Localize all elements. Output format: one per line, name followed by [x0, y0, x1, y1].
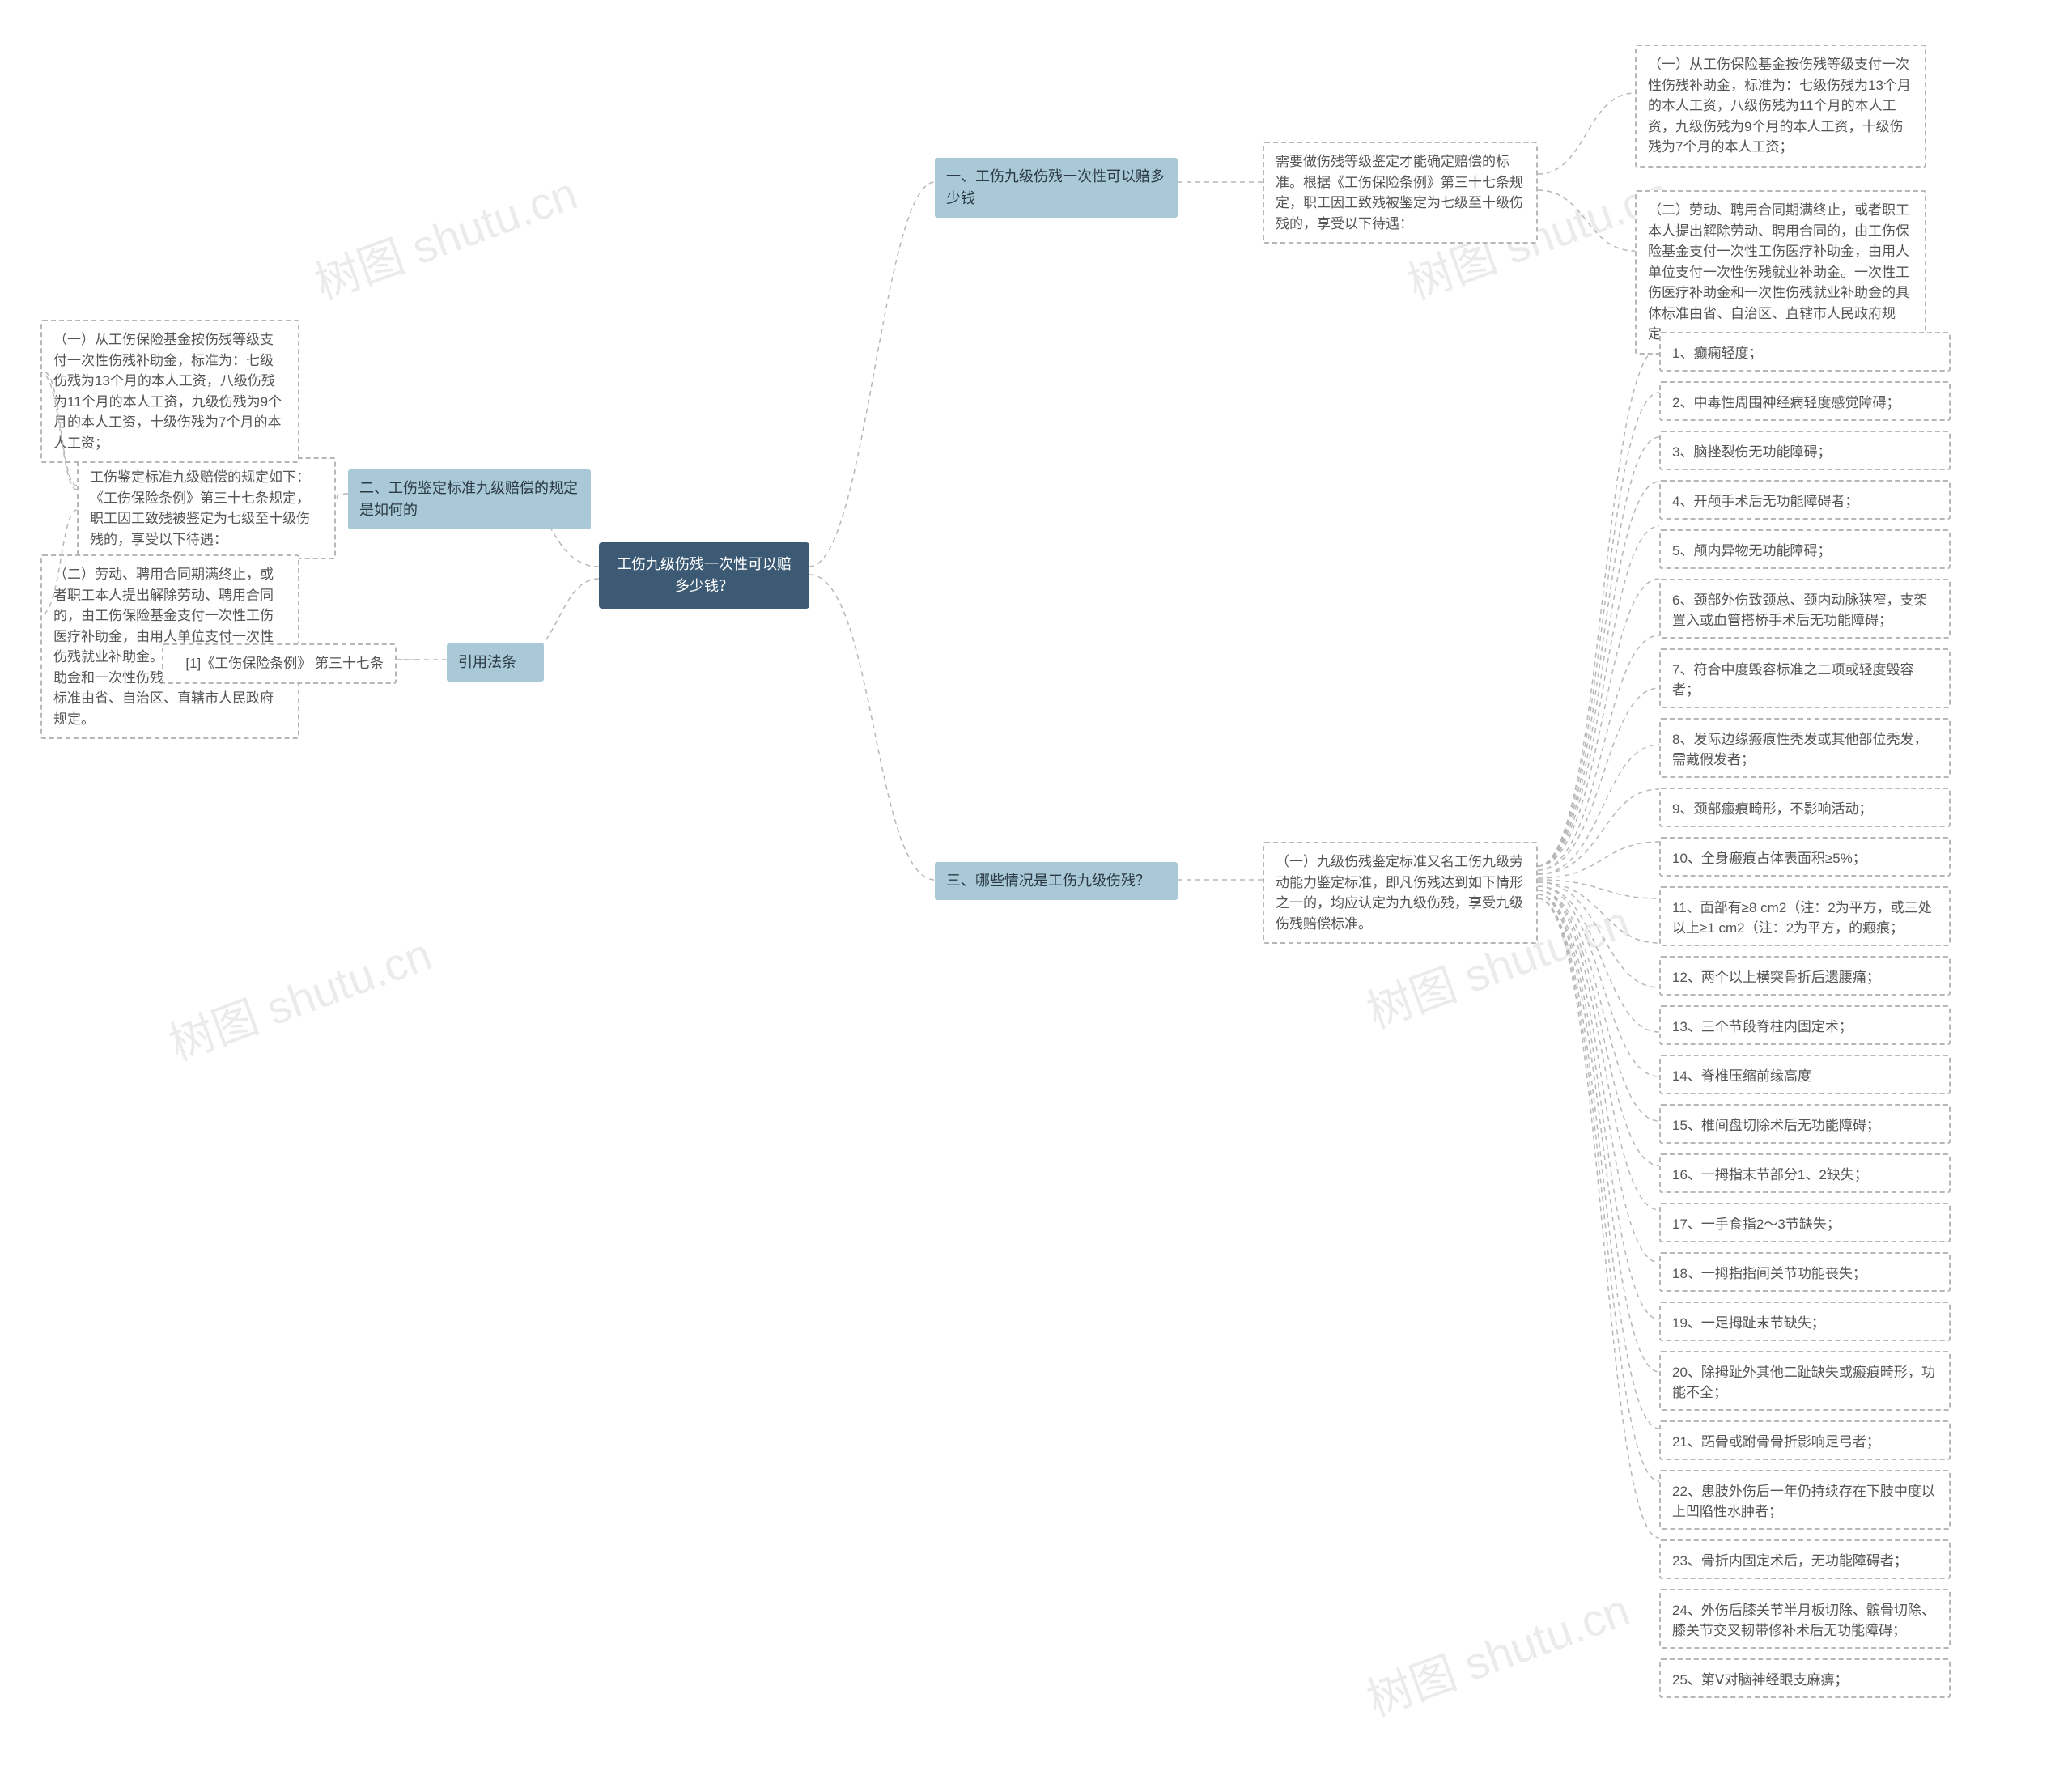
branch-3-item-15[interactable]: 15、椎间盘切除术后无功能障碍；	[1659, 1104, 1951, 1144]
branch-1[interactable]: 一、工伤九级伤残一次性可以赔多少钱	[935, 158, 1178, 218]
branch-3-item-12[interactable]: 12、两个以上横突骨折后遗腰痛；	[1659, 956, 1951, 996]
branch-3-item-6[interactable]: 6、颈部外伤致颈总、颈内动脉狭窄，支架置入或血管搭桥手术后无功能障碍；	[1659, 579, 1951, 639]
branch-1-sub-1[interactable]: （一）从工伤保险基金按伤残等级支付一次性伤残补助金，标准为：七级伤残为13个月的…	[1635, 45, 1926, 168]
ref-title: 引用法条	[458, 654, 516, 670]
branch-1-sub-2[interactable]: （二）劳动、聘用合同期满终止，或者职工本人提出解除劳动、聘用合同的，由工伤保险基…	[1635, 190, 1926, 355]
branch-3-item-3[interactable]: 3、脑挫裂伤无功能障碍；	[1659, 431, 1951, 470]
branch-3-item-11[interactable]: 11、面部有≥8 cm2（注：2为平方，或三处以上≥1 cm2（注：2为平方，的…	[1659, 886, 1951, 946]
branch-3-desc[interactable]: （一）九级伤残鉴定标准又名工伤九级劳动能力鉴定标准，即凡伤残达到如下情形之一的，…	[1263, 842, 1538, 944]
branch-2[interactable]: 二、工伤鉴定标准九级赔偿的规定是如何的	[348, 469, 591, 529]
branch-3-item-24[interactable]: 24、外伤后膝关节半月板切除、髌骨切除、膝关节交叉韧带修补术后无功能障碍；	[1659, 1589, 1951, 1649]
branch-2-desc-v[interactable]: 工伤鉴定标准九级赔偿的规定如下：《工伤保险条例》第三十七条规定，职工因工致残被鉴…	[77, 457, 336, 559]
branch-1-desc[interactable]: 需要做伤残等级鉴定才能确定赔偿的标准。根据《工伤保险条例》第三十七条规定，职工因…	[1263, 142, 1538, 244]
branch-3-item-25[interactable]: 25、第Ⅴ对脑神经眼支麻痹；	[1659, 1658, 1951, 1698]
branch-3-item-8[interactable]: 8、发际边缘瘢痕性秃发或其他部位秃发，需戴假发者；	[1659, 718, 1951, 778]
ref-branch[interactable]: 引用法条	[447, 643, 544, 682]
branch-3-item-10[interactable]: 10、全身瘢痕占体表面积≥5%；	[1659, 837, 1951, 877]
branch-3-title: 三、哪些情况是工伤九级伤残？	[946, 873, 1150, 889]
branch-3-item-19[interactable]: 19、一足拇趾末节缺失；	[1659, 1302, 1951, 1341]
branch-3-item-20[interactable]: 20、除拇趾外其他二趾缺失或瘢痕畸形，功能不全；	[1659, 1351, 1951, 1411]
watermark: 树图 shutu.cn	[1357, 1573, 1637, 1729]
watermark: 树图 shutu.cn	[159, 918, 439, 1073]
branch-2-title: 二、工伤鉴定标准九级赔偿的规定是如何的	[359, 480, 578, 518]
branch-3[interactable]: 三、哪些情况是工伤九级伤残？	[935, 862, 1178, 900]
branch-3-item-21[interactable]: 21、跖骨或跗骨骨折影响足弓者；	[1659, 1420, 1951, 1460]
branch-1-title: 一、工伤九级伤残一次性可以赔多少钱	[946, 168, 1165, 206]
ref-item[interactable]: [1]《工伤保险条例》 第三十七条	[162, 643, 397, 684]
branch-3-item-13[interactable]: 13、三个节段脊柱内固定术；	[1659, 1005, 1951, 1045]
watermark: 树图 shutu.cn	[304, 157, 585, 312]
branch-2-sub-1[interactable]: （一）从工伤保险基金按伤残等级支付一次性伤残补助金，标准为：七级伤残为13个月的…	[40, 320, 299, 463]
mindmap-root[interactable]: 工伤九级伤残一次性可以赔多少钱？	[599, 542, 809, 609]
branch-3-item-22[interactable]: 22、患肢外伤后一年仍持续存在下肢中度以上凹陷性水肿者；	[1659, 1470, 1951, 1530]
branch-3-item-2[interactable]: 2、中毒性周围神经病轻度感觉障碍；	[1659, 381, 1951, 421]
branch-3-item-4[interactable]: 4、开颅手术后无功能障碍者；	[1659, 480, 1951, 520]
branch-3-item-7[interactable]: 7、符合中度毁容标准之二项或轻度毁容者；	[1659, 648, 1951, 708]
branch-3-item-14[interactable]: 14、脊椎压缩前缘高度	[1659, 1055, 1951, 1094]
branch-3-item-5[interactable]: 5、颅内异物无功能障碍；	[1659, 529, 1951, 569]
branch-3-item-16[interactable]: 16、一拇指末节部分1、2缺失；	[1659, 1153, 1951, 1193]
branch-3-item-list: 1、癫痫轻度； 2、中毒性周围神经病轻度感觉障碍； 3、脑挫裂伤无功能障碍； 4、开颅…	[1659, 332, 1951, 1708]
branch-3-item-1[interactable]: 1、癫痫轻度；	[1659, 332, 1951, 372]
root-label: 工伤九级伤残一次性可以赔多少钱？	[617, 556, 792, 594]
branch-3-item-9[interactable]: 9、颈部瘢痕畸形，不影响活动；	[1659, 788, 1951, 827]
branch-3-item-23[interactable]: 23、骨折内固定术后，无功能障碍者；	[1659, 1539, 1951, 1579]
branch-3-item-17[interactable]: 17、一手食指2～3节缺失；	[1659, 1203, 1951, 1242]
branch-3-item-18[interactable]: 18、一拇指指间关节功能丧失；	[1659, 1252, 1951, 1292]
